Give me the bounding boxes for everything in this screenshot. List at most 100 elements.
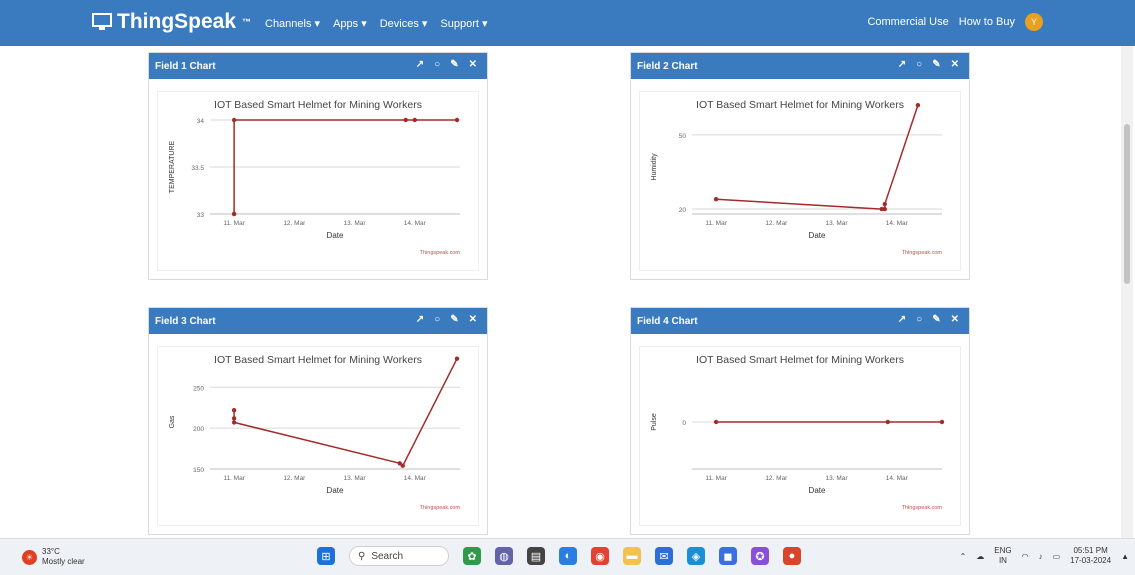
brand-trademark: ™ (242, 17, 252, 27)
y-axis-label: Humidity (651, 153, 658, 181)
file-explorer-icon[interactable]: ▬ (623, 547, 641, 565)
language-indicator[interactable]: ENG IN (994, 546, 1011, 566)
panel-header: Field 3 Chart ↗ ○ ✎ ✕ (149, 308, 487, 334)
field-3-panel: Field 3 Chart ↗ ○ ✎ ✕ IOT Based Smart He… (148, 307, 488, 535)
y-axis-label: TEMPERATURE (169, 140, 176, 193)
x-tick-label: 13. Mar (826, 220, 849, 227)
right-nav: Commercial Use How to Buy Y (867, 13, 1043, 31)
panel-tools: ↗ ○ ✎ ✕ (898, 314, 959, 325)
chart-svg: IOT Based Smart Helmet for Mining Worker… (169, 354, 460, 511)
edit-icon[interactable]: ✎ (932, 59, 940, 70)
chart-title: IOT Based Smart Helmet for Mining Worker… (214, 99, 422, 111)
brand-name: ThingSpeak (117, 10, 237, 33)
comment-icon[interactable]: ○ (434, 59, 440, 70)
nav-support[interactable]: Support ▾ (440, 17, 487, 30)
task-view-icon[interactable]: ▤ (527, 547, 545, 565)
x-axis-label: Date (809, 486, 826, 495)
page-scrollbar[interactable] (1121, 46, 1133, 538)
close-icon[interactable]: ✕ (469, 59, 477, 70)
x-tick-label: 13. Mar (344, 475, 367, 482)
mail-icon[interactable]: ✉ (655, 547, 673, 565)
x-tick-label: 12. Mar (283, 220, 306, 227)
x-tick-label: 14. Mar (404, 475, 427, 482)
y-tick-label: 0 (682, 420, 686, 427)
nav-commercial-use[interactable]: Commercial Use (867, 16, 948, 28)
teams-icon[interactable]: ◼ (719, 547, 737, 565)
y-tick-label: 34 (197, 118, 205, 125)
series-line (716, 104, 919, 210)
x-axis-label: Date (327, 486, 344, 495)
battery-icon[interactable]: ▭ (1053, 552, 1061, 561)
data-point (400, 463, 405, 468)
top-navbar: ThingSpeak ™ Channels ▾ Apps ▾ Devices ▾ … (0, 0, 1135, 46)
user-avatar[interactable]: Y (1025, 13, 1043, 31)
panel-tools: ↗ ○ ✎ ✕ (416, 314, 477, 325)
thingspeak-logo[interactable]: ThingSpeak ™ (92, 10, 251, 34)
widgets-icon[interactable]: ✿ (463, 547, 481, 565)
system-tray: ⌃ ☁ ENG IN ◠ ♪ ▭ 05:51 PM 17-03-2024 ▲ (960, 546, 1129, 566)
panel-title: Field 2 Chart (637, 60, 698, 72)
credit-label: Thingspeak.com (902, 250, 943, 256)
data-point (939, 419, 945, 425)
data-point (231, 211, 237, 217)
credit-label: Thingspeak.com (902, 505, 943, 511)
search-label: Search (371, 550, 404, 562)
chart-svg: IOT Based Smart Helmet for Mining Worker… (651, 99, 943, 256)
powerpoint-icon[interactable]: ● (783, 547, 801, 565)
notification-icon[interactable]: ▲ (1121, 552, 1129, 561)
weather-icon: ☀ (22, 549, 37, 565)
weather-text: 33°C Mostly clear (42, 547, 85, 567)
start-icon[interactable]: ⊞ (317, 547, 335, 565)
browser-icon[interactable]: ✪ (751, 547, 769, 565)
open-external-icon[interactable]: ↗ (416, 314, 424, 325)
chat-icon[interactable]: ◍ (495, 547, 513, 565)
chrome-icon[interactable]: ◉ (591, 547, 609, 565)
y-tick-label: 33.5 (191, 165, 204, 172)
comment-icon[interactable]: ○ (916, 59, 922, 70)
region-label: IN (998, 556, 1007, 565)
language-label: ENG (994, 546, 1012, 555)
edit-icon[interactable]: ✎ (932, 314, 940, 325)
field-4-chart: IOT Based Smart Helmet for Mining Worker… (639, 346, 961, 526)
data-point (915, 102, 921, 108)
edge-icon[interactable]: ◐ (559, 547, 577, 565)
clock[interactable]: 05:51 PM 17-03-2024 (1070, 546, 1111, 566)
close-icon[interactable]: ✕ (469, 314, 477, 325)
credit-label: Thingspeak.com (420, 250, 461, 256)
nav-devices[interactable]: Devices ▾ (380, 17, 428, 30)
y-axis-label: Pulse (651, 413, 658, 431)
weather-widget[interactable]: ☀ 33°C Mostly clear (22, 547, 85, 567)
taskbar: ☀ 33°C Mostly clear ⊞ ⚲ Search ✿ ◍ ▤ ◐ ◉… (0, 538, 1135, 575)
panel-header: Field 2 Chart ↗ ○ ✎ ✕ (631, 53, 969, 79)
taskbar-search[interactable]: ⚲ Search (349, 546, 449, 566)
chart-title: IOT Based Smart Helmet for Mining Worker… (696, 354, 904, 366)
store-icon[interactable]: ◈ (687, 547, 705, 565)
comment-icon[interactable]: ○ (434, 314, 440, 325)
data-point (454, 117, 460, 123)
edit-icon[interactable]: ✎ (450, 59, 458, 70)
close-icon[interactable]: ✕ (951, 314, 959, 325)
open-external-icon[interactable]: ↗ (898, 59, 906, 70)
scrollbar-thumb[interactable] (1124, 124, 1130, 284)
close-icon[interactable]: ✕ (951, 59, 959, 70)
field-3-chart: IOT Based Smart Helmet for Mining Worker… (157, 346, 479, 526)
nav-apps[interactable]: Apps ▾ (333, 17, 367, 30)
wifi-icon[interactable]: ◠ (1022, 552, 1029, 561)
nav-how-to-buy[interactable]: How to Buy (959, 16, 1015, 28)
x-tick-label: 11. Mar (705, 475, 727, 482)
edit-icon[interactable]: ✎ (450, 314, 458, 325)
x-tick-label: 14. Mar (404, 220, 427, 227)
chevron-up-icon[interactable]: ⌃ (960, 552, 967, 561)
y-tick-label: 250 (193, 385, 204, 392)
field-2-chart: IOT Based Smart Helmet for Mining Worker… (639, 91, 961, 271)
data-point (713, 196, 719, 202)
series-line (233, 358, 458, 467)
open-external-icon[interactable]: ↗ (898, 314, 906, 325)
volume-icon[interactable]: ♪ (1039, 552, 1043, 561)
comment-icon[interactable]: ○ (916, 314, 922, 325)
open-external-icon[interactable]: ↗ (416, 59, 424, 70)
cloud-icon[interactable]: ☁ (976, 552, 984, 561)
nav-channels[interactable]: Channels ▾ (265, 17, 320, 30)
chart-svg: IOT Based Smart Helmet for Mining Worker… (651, 354, 945, 511)
monitor-icon (92, 13, 112, 30)
